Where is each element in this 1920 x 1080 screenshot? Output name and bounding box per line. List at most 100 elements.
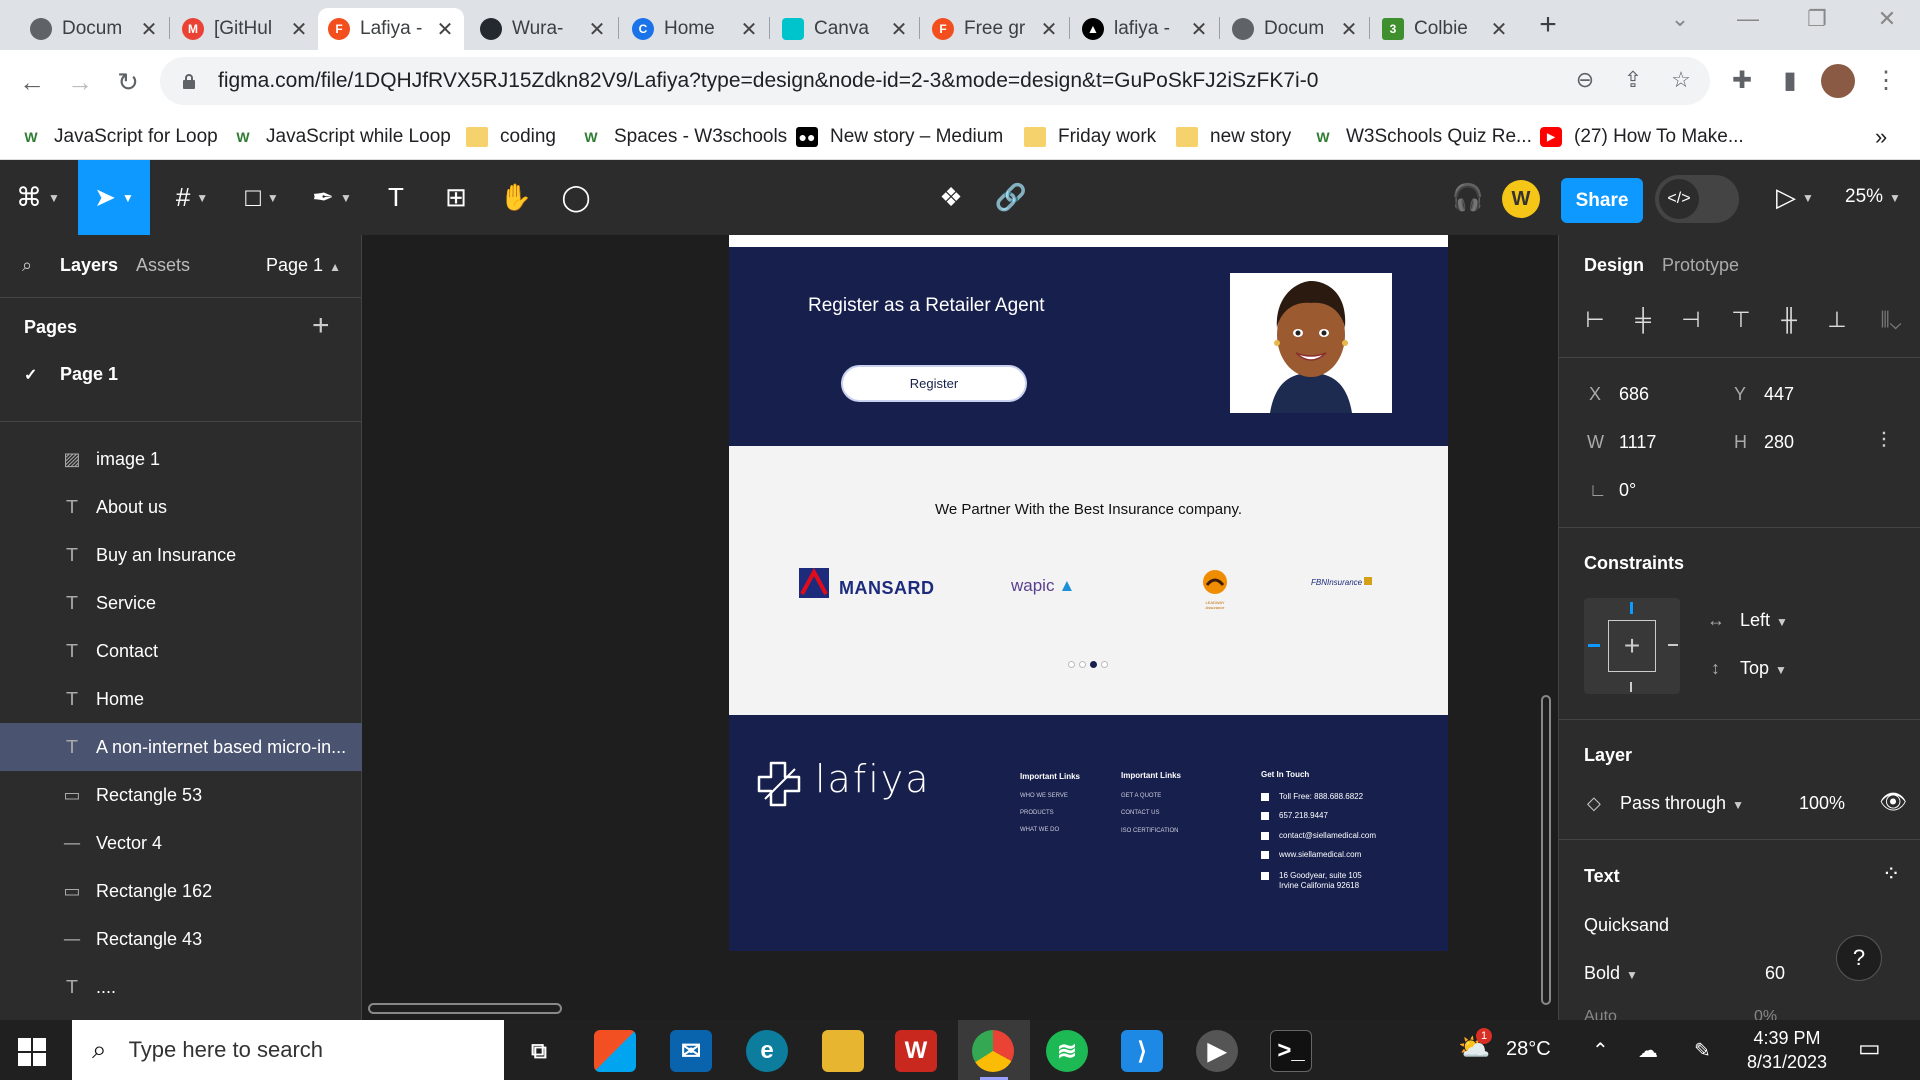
footer-link[interactable]: GET A QUOTE <box>1121 793 1161 799</box>
close-icon[interactable]: ✕ <box>1340 17 1358 42</box>
layer-item[interactable]: T Home <box>0 675 362 723</box>
layer-item-selected[interactable]: TA non-internet based micro-in... <box>0 723 362 771</box>
rotation-input[interactable]: 0° <box>1619 480 1636 501</box>
layer-item[interactable]: T Buy an Insurance <box>0 531 362 579</box>
browser-tab[interactable]: Docum ✕ <box>20 8 168 50</box>
back-icon[interactable]: ← <box>14 64 50 100</box>
align-right-icon[interactable]: ⊣ <box>1677 307 1705 335</box>
bookmark-item[interactable]: new story <box>1176 122 1291 152</box>
close-icon[interactable]: ✕ <box>436 17 454 42</box>
layer-item[interactable]: ▭ Rectangle 162 <box>0 867 362 915</box>
footer-link[interactable]: WHO WE SERVE <box>1020 793 1068 799</box>
vscode-icon[interactable]: ⟩ <box>1121 1030 1163 1072</box>
spotify-icon[interactable]: ≋ <box>1046 1030 1088 1072</box>
profile-avatar[interactable] <box>1821 64 1855 98</box>
close-icon[interactable]: ✕ <box>588 17 606 42</box>
file-explorer-icon[interactable] <box>822 1030 864 1072</box>
present-icon[interactable]: ▷ ▼ <box>1770 160 1820 235</box>
hero-section[interactable]: Register as a Retailer Agent Register <box>729 235 1448 446</box>
bookmark-star-icon[interactable]: ☆ <box>1666 65 1696 95</box>
show-hidden-icons-icon[interactable]: ⌃ <box>1592 1038 1609 1063</box>
zoom-level[interactable]: 25% ▼ <box>1845 186 1901 208</box>
tab-assets[interactable]: Assets <box>136 255 190 276</box>
browser-tab[interactable]: Wura- ✕ <box>470 8 616 50</box>
taskbar-search-box[interactable]: ⌕ Type here to search <box>72 1020 504 1080</box>
close-icon[interactable]: ✕ <box>140 17 158 42</box>
browser-tab[interactable]: 3 Colbie ✕ <box>1372 8 1518 50</box>
distribute-icon[interactable]: ⫴⌄ <box>1871 307 1911 335</box>
component-icon[interactable]: ❖ <box>930 160 972 235</box>
tab-prototype[interactable]: Prototype <box>1662 255 1739 276</box>
browser-tab[interactable]: M [GitHul ✕ <box>172 8 318 50</box>
forward-icon[interactable]: → <box>62 64 98 100</box>
bookmark-item[interactable]: ●● New story – Medium <box>796 122 1003 152</box>
resources-icon[interactable]: ⊞ <box>436 160 476 235</box>
task-view-icon[interactable]: ⧉ <box>518 1030 560 1072</box>
footer-link[interactable]: WHAT WE DO <box>1020 827 1059 833</box>
browser-tab-active[interactable]: F Lafiya - ✕ <box>318 8 464 50</box>
shape-tool-icon[interactable]: □ ▼ <box>236 160 288 235</box>
edge-icon[interactable]: e <box>746 1030 788 1072</box>
text-styles-icon[interactable]: ⁘ <box>1882 861 1900 887</box>
register-button[interactable]: Register <box>841 365 1027 402</box>
add-page-icon[interactable]: + <box>312 309 330 343</box>
move-tool-icon[interactable]: ➤ ▼ <box>78 160 150 235</box>
restore-icon[interactable]: ❐ <box>1792 6 1842 32</box>
letter-spacing-input[interactable]: 0% <box>1754 1008 1777 1020</box>
page-selector[interactable]: Page 1 ▲ <box>266 255 341 276</box>
network-icon[interactable]: ☁ <box>1638 1038 1658 1063</box>
browser-tab[interactable]: Docum ✕ <box>1222 8 1368 50</box>
partners-section[interactable]: We Partner With the Best Insurance compa… <box>729 446 1448 715</box>
bookmark-item[interactable]: W W3Schools Quiz Re... <box>1312 122 1531 152</box>
share-button[interactable]: Share <box>1561 178 1643 223</box>
w-input[interactable]: 1117 <box>1619 432 1656 453</box>
notifications-icon[interactable]: ▭ <box>1858 1034 1881 1063</box>
hand-tool-icon[interactable]: ✋ <box>496 160 536 235</box>
browser-tab[interactable]: C Home ✕ <box>622 8 768 50</box>
opacity-input[interactable]: 100% <box>1799 793 1845 814</box>
carousel-dot[interactable] <box>1079 661 1086 668</box>
minimize-icon[interactable]: — <box>1723 6 1773 32</box>
font-size-input[interactable]: 60 <box>1765 963 1785 984</box>
headphones-icon[interactable]: 🎧 <box>1448 160 1488 235</box>
share-icon[interactable]: ⇪ <box>1618 65 1648 95</box>
zoom-out-icon[interactable]: ⊖ <box>1570 65 1600 95</box>
footer-link[interactable]: PRODUCTS <box>1020 810 1054 816</box>
line-height-input[interactable]: Auto <box>1584 1008 1617 1020</box>
footer-link[interactable]: CONTACT US <box>1121 810 1159 816</box>
tab-design[interactable]: Design <box>1584 255 1644 276</box>
close-icon[interactable]: ✕ <box>1190 17 1208 42</box>
eye-icon[interactable]: 👁 <box>1879 789 1907 815</box>
pen-icon[interactable]: ✎ <box>1694 1038 1711 1063</box>
microsoft-store-icon[interactable] <box>594 1030 636 1072</box>
align-middle-v-icon[interactable]: ╫ <box>1775 307 1803 335</box>
horizontal-scrollbar[interactable] <box>368 1003 562 1014</box>
browser-tab[interactable]: ▲ lafiya - ✕ <box>1072 8 1218 50</box>
layer-item[interactable]: — Rectangle 43 <box>0 915 362 963</box>
side-panel-icon[interactable]: ▮ <box>1773 64 1807 98</box>
bookmark-item[interactable]: W JavaScript while Loop <box>232 122 450 152</box>
reload-icon[interactable]: ↻ <box>110 64 146 100</box>
pen-tool-icon[interactable]: ✒ ▼ <box>306 160 358 235</box>
layer-item[interactable]: — Vector 4 <box>0 819 362 867</box>
browser-tab[interactable]: Canva ✕ <box>772 8 918 50</box>
layer-item[interactable]: T Service <box>0 579 362 627</box>
layer-item[interactable]: ▨ image 1 <box>0 435 362 483</box>
search-icon[interactable]: ⌕ <box>22 255 32 276</box>
horizontal-constraint-select[interactable]: Left ▼ <box>1740 610 1788 631</box>
browser-tab[interactable]: F Free gr ✕ <box>922 8 1068 50</box>
text-tool-icon[interactable]: T <box>376 160 416 235</box>
new-tab-button[interactable]: + <box>1530 10 1566 42</box>
x-input[interactable]: 686 <box>1619 384 1649 405</box>
constrain-proportions-icon[interactable]: ⫶ <box>1881 428 1887 454</box>
align-top-icon[interactable]: ⊤ <box>1727 307 1755 335</box>
close-window-icon[interactable]: ✕ <box>1862 6 1912 32</box>
close-icon[interactable]: ✕ <box>1490 17 1508 42</box>
dev-mode-toggle[interactable]: </> <box>1655 175 1739 223</box>
carousel-dot-active[interactable] <box>1090 661 1097 668</box>
bookmark-item[interactable]: ▶ (27) How To Make... <box>1540 122 1744 152</box>
bookmark-item[interactable]: W Spaces - W3schools <box>580 122 787 152</box>
font-family-select[interactable]: Quicksand <box>1584 915 1669 936</box>
media-player-icon[interactable]: ▶ <box>1196 1030 1238 1072</box>
carousel-dot[interactable] <box>1101 661 1108 668</box>
